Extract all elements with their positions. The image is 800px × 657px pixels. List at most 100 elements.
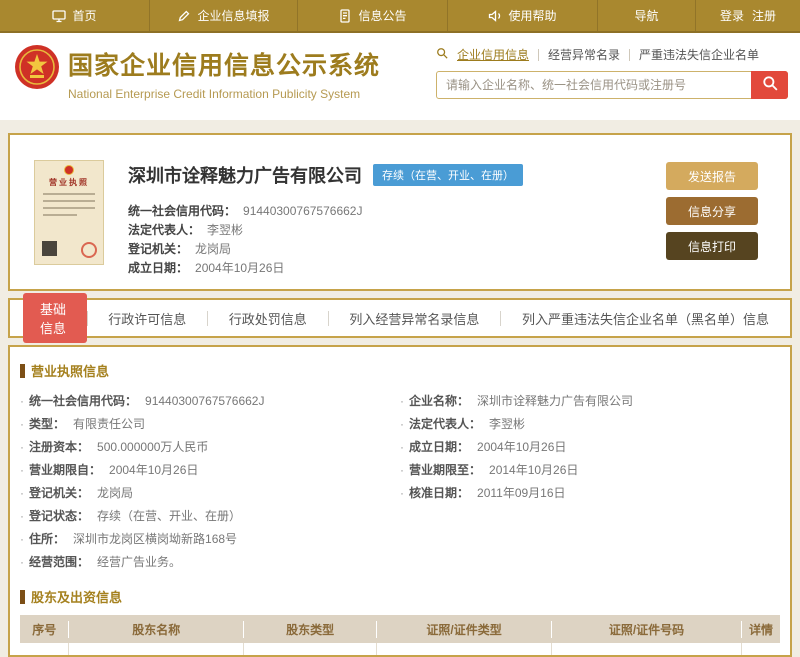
info-row: 登记状态： 存续（在营、开业、在册）: [20, 504, 400, 527]
basic-info-panel: 营业执照信息 统一社会信用代码：91440300767576662J 企业名称：…: [8, 345, 792, 657]
field-label: 统一社会信用代码：: [128, 202, 236, 219]
info-label: 法定代表人：: [409, 415, 481, 432]
business-license-thumbnail[interactable]: 营业执照: [34, 160, 104, 265]
section-marker: [20, 590, 25, 604]
info-value: 李翌彬: [489, 415, 525, 432]
info-label: 登记状态：: [29, 507, 89, 524]
nav-item-notice[interactable]: 信息公告: [298, 0, 448, 31]
nav-item-label: 使用帮助: [508, 7, 556, 24]
info-value: 深圳市龙岗区横岗坳新路168号: [73, 530, 237, 547]
company-name: 深圳市诠释魅力广告有限公司: [128, 162, 362, 188]
divider: [629, 49, 630, 61]
search-tab-credit-info[interactable]: 企业信用信息: [457, 46, 529, 63]
nav-item-home[interactable]: 首页: [0, 0, 150, 31]
top-nav-bar: 首页 企业信息填报 信息公告 使用帮助 导航 登录 注册: [0, 0, 800, 33]
field-value: 李翌彬: [207, 221, 243, 238]
info-label: 登记机关：: [29, 484, 89, 501]
nav-item-label: 企业信息填报: [197, 7, 269, 24]
share-info-button[interactable]: 信息分享: [666, 197, 758, 225]
info-value: 有限责任公司: [73, 415, 145, 432]
shareholder-table: 序号 股东名称 股东类型 证照/证件类型 证照/证件号码 详情: [20, 615, 780, 655]
column-header: 股东类型: [244, 621, 377, 638]
column-header: 证照/证件类型: [377, 621, 552, 638]
tab-basic-info[interactable]: 基础信息: [23, 293, 87, 343]
column-header: 证照/证件号码: [552, 621, 742, 638]
info-label: 注册资本：: [29, 438, 89, 455]
info-row: 住所：深圳市龙岗区横岗坳新路168号: [20, 527, 400, 550]
info-row: 企业名称：深圳市诠释魅力广告有限公司: [400, 389, 780, 412]
info-row: 统一社会信用代码：91440300767576662J: [20, 389, 400, 412]
nav-item-label: 信息公告: [358, 7, 406, 24]
info-value: 2011年09月16日: [477, 484, 566, 501]
nav-item-filing[interactable]: 企业信息填报: [150, 0, 298, 31]
info-label: 企业名称：: [409, 392, 469, 409]
print-info-button[interactable]: 信息打印: [666, 232, 758, 260]
pen-icon: [177, 9, 191, 23]
login-link[interactable]: 登录: [720, 7, 744, 24]
column-header: 详情: [742, 621, 780, 638]
nav-item-help[interactable]: 使用帮助: [448, 0, 598, 31]
speaker-icon: [488, 9, 502, 23]
field-row: 成立日期： 2004年10月26日: [128, 258, 362, 277]
info-value: 500.000000万人民币: [97, 438, 208, 455]
tab-admin-license[interactable]: 行政许可信息: [87, 309, 207, 328]
info-label: 核准日期：: [409, 484, 469, 501]
info-row: 类型：有限责任公司: [20, 412, 400, 435]
search-input[interactable]: [437, 72, 749, 98]
column-header: 序号: [20, 621, 69, 638]
section-tabs-bar: 基础信息 行政许可信息 行政处罚信息 列入经营异常名录信息 列入严重违法失信企业…: [8, 298, 792, 338]
search-box: [436, 71, 788, 99]
register-link[interactable]: 注册: [752, 7, 776, 24]
info-value: 2004年10月26日: [109, 461, 198, 478]
nav-item-label: 导航: [634, 7, 658, 24]
info-value: 2004年10月26日: [477, 438, 566, 455]
info-label: 统一社会信用代码：: [29, 392, 137, 409]
auth-links: 登录 注册: [696, 0, 800, 31]
license-text-line: [43, 193, 95, 195]
tab-blacklist[interactable]: 列入严重违法失信企业名单（黑名单）信息: [501, 309, 790, 328]
info-label: 营业期限自：: [29, 461, 101, 478]
search-tab-blacklist[interactable]: 严重违法失信企业名单: [639, 46, 759, 63]
nav-item-navigation[interactable]: 导航: [598, 0, 696, 31]
license-text-line: [43, 207, 95, 209]
info-value: 存续（在营、开业、在册）: [97, 507, 241, 524]
field-value: 91440300767576662J: [243, 204, 362, 218]
info-label: 经营范围：: [29, 553, 89, 570]
info-value: 龙岗局: [97, 484, 133, 501]
search-button[interactable]: [751, 71, 788, 99]
info-row: 核准日期： 2011年09月16日: [400, 481, 780, 504]
info-value: 2014年10月26日: [489, 461, 578, 478]
field-row: 统一社会信用代码： 91440300767576662J: [128, 201, 362, 220]
nav-item-label: 首页: [72, 7, 96, 24]
tab-admin-penalty[interactable]: 行政处罚信息: [208, 309, 328, 328]
license-info-section-title: 营业执照信息: [20, 361, 780, 380]
info-value: 经营广告业务。: [97, 553, 181, 570]
field-label: 登记机关：: [128, 240, 188, 257]
section-title-text: 营业执照信息: [31, 361, 109, 380]
home-monitor-icon: [52, 9, 66, 23]
field-row: 法定代表人： 李翌彬: [128, 220, 362, 239]
info-row: 营业期限自： 2004年10月26日: [20, 458, 400, 481]
search-icon: [762, 75, 778, 96]
field-value: 龙岗局: [195, 240, 231, 257]
tab-abnormal-list[interactable]: 列入经营异常名录信息: [328, 309, 500, 328]
field-label: 法定代表人：: [128, 221, 200, 238]
send-report-button[interactable]: 发送报告: [666, 162, 758, 190]
section-title-text: 股东及出资信息: [31, 587, 122, 606]
license-caption: 营业执照: [35, 177, 103, 188]
license-text-line: [43, 214, 77, 216]
info-label: 营业期限至：: [409, 461, 481, 478]
info-label: 成立日期：: [409, 438, 469, 455]
site-subtitle: National Enterprise Credit Information P…: [68, 87, 380, 101]
search-tab-abnormal-list[interactable]: 经营异常名录: [548, 46, 620, 63]
info-row: 经营范围： 经营广告业务。: [20, 550, 400, 573]
info-row: 营业期限至： 2014年10月26日: [400, 458, 780, 481]
brand-block: 国家企业信用信息公示系统 National Enterprise Credit …: [68, 46, 380, 101]
company-name-row: 深圳市诠释魅力广告有限公司 存续（在营、开业、在册）: [128, 162, 523, 188]
search-category-tabs: 企业信用信息 经营异常名录 严重违法失信企业名单: [436, 46, 788, 63]
license-info-grid: 统一社会信用代码：91440300767576662J 企业名称：深圳市诠释魅力…: [20, 389, 780, 573]
section-marker: [20, 364, 25, 378]
search-icon: [436, 47, 448, 62]
license-text-line: [43, 200, 95, 202]
info-row: 法定代表人： 李翌彬: [400, 412, 780, 435]
